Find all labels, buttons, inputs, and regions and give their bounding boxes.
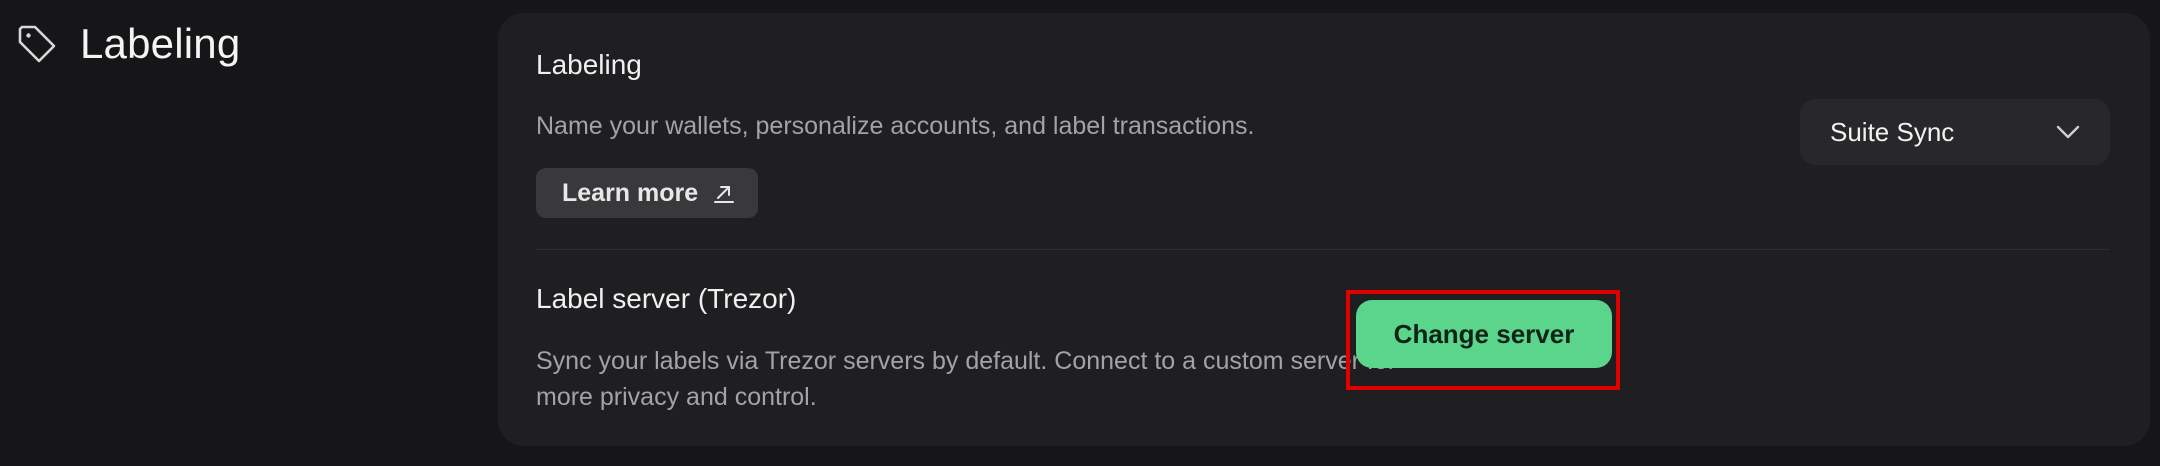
labeling-mode-select[interactable]: Suite Sync	[1800, 99, 2110, 165]
label-server-description-line1: Sync your labels via Trezor servers by d…	[536, 347, 1397, 375]
labeling-title: Labeling	[536, 49, 642, 80]
tag-icon	[18, 25, 56, 63]
section-header: Labeling	[16, 20, 240, 68]
labeling-mode-selected: Suite Sync	[1830, 116, 1955, 147]
divider	[536, 249, 2110, 250]
section-title: Labeling	[80, 20, 241, 67]
settings-card: Labeling Name your wallets, personalize …	[498, 13, 2150, 446]
external-link-icon	[714, 186, 735, 203]
change-server-button[interactable]: Change server	[1356, 300, 1612, 368]
learn-more-button[interactable]: Learn more	[536, 168, 759, 218]
labeling-settings-page: Labeling Labeling Name your wallets, per…	[0, 0, 2160, 466]
chevron-down-icon	[2056, 125, 2080, 139]
label-server-title: Label server (Trezor)	[536, 283, 797, 314]
labeling-description: Name your wallets, personalize accounts,…	[536, 112, 1255, 140]
learn-more-label: Learn more	[562, 178, 699, 207]
label-server-description-line2: more privacy and control.	[536, 383, 817, 411]
